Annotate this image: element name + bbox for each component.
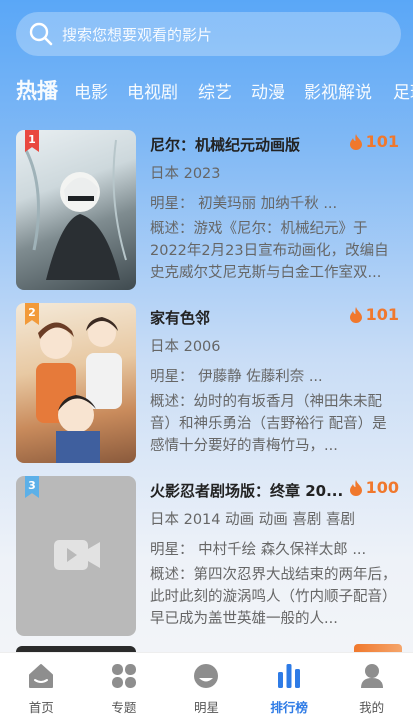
- fire-icon: [349, 479, 362, 496]
- item-meta: 日本 2006: [150, 339, 221, 355]
- list-item[interactable]: 3 火影忍者剧场版：终章 20... 100 日本 2014 动画 动画 喜剧 …: [16, 476, 399, 636]
- nav-label: 专题: [111, 700, 137, 715]
- tab-movie[interactable]: 电影: [74, 78, 108, 103]
- profile-icon: [360, 664, 383, 688]
- bottom-nav: 首页 专题 明星 排行榜 我的: [0, 652, 413, 720]
- item-meta: 日本 2023: [150, 166, 221, 182]
- item-stars: 明星： 伊藤静 佐藤利奈 ...: [150, 369, 323, 385]
- list-item[interactable]: 2 家有色邻 101 日本 2006 明星： 伊藤静 佐藤利奈 ... 概述：幼…: [16, 303, 399, 463]
- heat-value: 100: [365, 478, 399, 497]
- heat-score: 100: [349, 478, 399, 497]
- tab-hot[interactable]: 热播: [16, 75, 58, 105]
- nav-stars[interactable]: 明星: [165, 653, 248, 720]
- search-bar[interactable]: 搜索您想要观看的影片: [16, 12, 401, 56]
- item-description: 概述：幼时的有坂香月（神田朱未配音）和神乐勇治（吉野裕行 配音）是感情十分要好的…: [150, 394, 387, 454]
- tab-football[interactable]: 足球: [393, 78, 413, 103]
- star-person-icon: [194, 664, 219, 688]
- heat-score: [354, 644, 402, 652]
- nav-home[interactable]: 首页: [0, 653, 83, 720]
- item-meta: 日本 2014 动画 动画 喜剧 喜剧: [150, 512, 355, 528]
- category-tabs: 热播 电影 电视剧 综艺 动漫 影视解说 足球: [0, 72, 413, 108]
- nav-label: 我的: [359, 700, 385, 715]
- heat-score: 101: [349, 305, 399, 324]
- ranking-icon: [278, 664, 301, 688]
- item-title: 家有色邻: [150, 309, 211, 327]
- poster-image: 2: [16, 303, 136, 463]
- home-icon: [29, 664, 54, 688]
- item-stars: 明星： 中村千绘 森久保祥太郎 ...: [150, 542, 367, 558]
- heat-value: 101: [365, 305, 399, 324]
- item-description: 概述：游戏《尼尔：机械纪元》于2022年2月23日宣布动画化，改编自史克威尔艾尼…: [150, 221, 389, 281]
- nav-profile[interactable]: 我的: [330, 653, 413, 720]
- nav-label: 排行榜: [270, 700, 308, 715]
- tab-tv-series[interactable]: 电视剧: [127, 78, 178, 103]
- video-placeholder-icon: [54, 540, 100, 570]
- item-title: 火影忍者剧场版：终章 20...: [150, 482, 344, 500]
- nav-ranking[interactable]: 排行榜: [248, 653, 331, 720]
- fire-icon: [349, 133, 362, 150]
- search-placeholder: 搜索您想要观看的影片: [62, 25, 213, 44]
- search-icon: [29, 22, 53, 46]
- item-title: 尼尔：机械纪元动画版: [150, 136, 301, 154]
- fire-icon: [349, 306, 362, 323]
- poster-placeholder: 3: [16, 476, 136, 636]
- list-item[interactable]: 1 尼尔：机械纪元动画版 101 日本 2023 明星： 初美玛丽 加纳千秋 .…: [16, 130, 399, 290]
- item-stars: 明星： 初美玛丽 加纳千秋 ...: [150, 196, 338, 212]
- heat-value: 101: [365, 132, 399, 151]
- nav-label: 首页: [28, 700, 54, 715]
- tab-anime[interactable]: 动漫: [251, 78, 285, 103]
- grid-icon: [111, 664, 136, 688]
- heat-score: 101: [349, 132, 399, 151]
- poster-image: 1: [16, 130, 136, 290]
- nav-topics[interactable]: 专题: [83, 653, 166, 720]
- tab-film-commentary[interactable]: 影视解说: [304, 78, 372, 103]
- item-description: 概述：第四次忍界大战结束的两年后，此时此刻的漩涡鸣人（竹内顺子配音）早已成为盖世…: [150, 567, 397, 627]
- tab-variety[interactable]: 综艺: [198, 78, 232, 103]
- nav-label: 明星: [193, 700, 219, 715]
